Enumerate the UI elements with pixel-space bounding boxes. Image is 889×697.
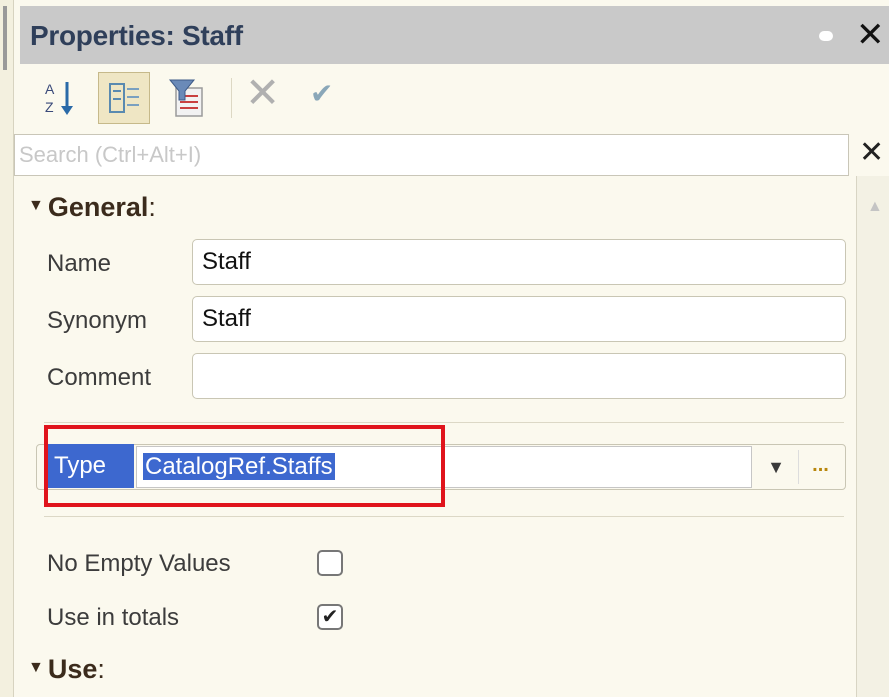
svg-text:A: A (45, 81, 55, 97)
no-empty-values-label: No Empty Values (47, 550, 231, 577)
type-value: CatalogRef.Staffs (143, 453, 335, 480)
section-general[interactable]: ▼ General: (28, 192, 156, 223)
scroll-up-icon[interactable]: ▲ (867, 198, 883, 216)
comment-label: Comment (47, 364, 152, 391)
comment-field[interactable] (192, 353, 846, 399)
properties-panel: Properties: Staff ✕ A Z ✕ ✔ Search (Ctrl… (14, 0, 889, 697)
name-label: Name (47, 250, 112, 277)
section-general-colon: : (148, 192, 156, 222)
section-use[interactable]: ▼ Use: (28, 654, 105, 685)
sort-alphabetical-icon: A Z (45, 81, 73, 115)
section-general-label: General (47, 192, 149, 222)
filter-icon (168, 79, 203, 117)
close-icon[interactable]: ✕ (856, 18, 885, 52)
type-field[interactable]: CatalogRef.Staffs (136, 446, 752, 488)
section-use-colon: : (97, 654, 105, 684)
synonym-label: Synonym (47, 307, 148, 334)
cancel-icon[interactable]: ✕ (245, 72, 280, 114)
name-field[interactable]: Staff (192, 239, 846, 285)
collapse-caret-icon: ▼ (28, 658, 44, 676)
svg-text:Z: Z (45, 99, 54, 115)
clear-search-icon[interactable]: ✕ (859, 138, 884, 168)
type-label: Type (44, 444, 134, 488)
divider (44, 422, 844, 423)
use-in-totals-checkbox[interactable]: ✔ (317, 604, 343, 630)
properties-content: ▼ General: Name Staff Synonym Staff Comme… (14, 176, 856, 697)
categorized-view-icon (109, 83, 139, 113)
vertical-scrollbar[interactable]: ▲ (856, 176, 889, 697)
search-input[interactable] (15, 135, 848, 175)
filter-button[interactable] (162, 72, 214, 124)
search-box (14, 134, 849, 176)
splitter-grip[interactable] (3, 6, 7, 70)
dropdown-arrow-icon[interactable]: ▼ (756, 450, 796, 484)
toolbar-separator (231, 78, 232, 118)
collapse-caret-icon: ▼ (28, 196, 44, 214)
categorized-view-button[interactable] (98, 72, 150, 124)
panel-title: Properties: Staff (30, 20, 243, 51)
section-use-label: Use (47, 654, 98, 684)
panel-titlebar: Properties: Staff ✕ (20, 6, 889, 64)
no-empty-values-checkbox[interactable] (317, 550, 343, 576)
synonym-field[interactable]: Staff (192, 296, 846, 342)
apply-icon[interactable]: ✔ (310, 80, 333, 108)
divider (44, 516, 844, 517)
choose-button[interactable]: ... (798, 450, 842, 484)
toolbar: A Z ✕ ✔ (20, 64, 889, 134)
use-in-totals-label: Use in totals (47, 604, 180, 631)
pin-icon[interactable] (819, 31, 833, 41)
left-edge-strip (0, 0, 14, 697)
sort-alphabetical-button[interactable]: A Z (34, 72, 86, 124)
